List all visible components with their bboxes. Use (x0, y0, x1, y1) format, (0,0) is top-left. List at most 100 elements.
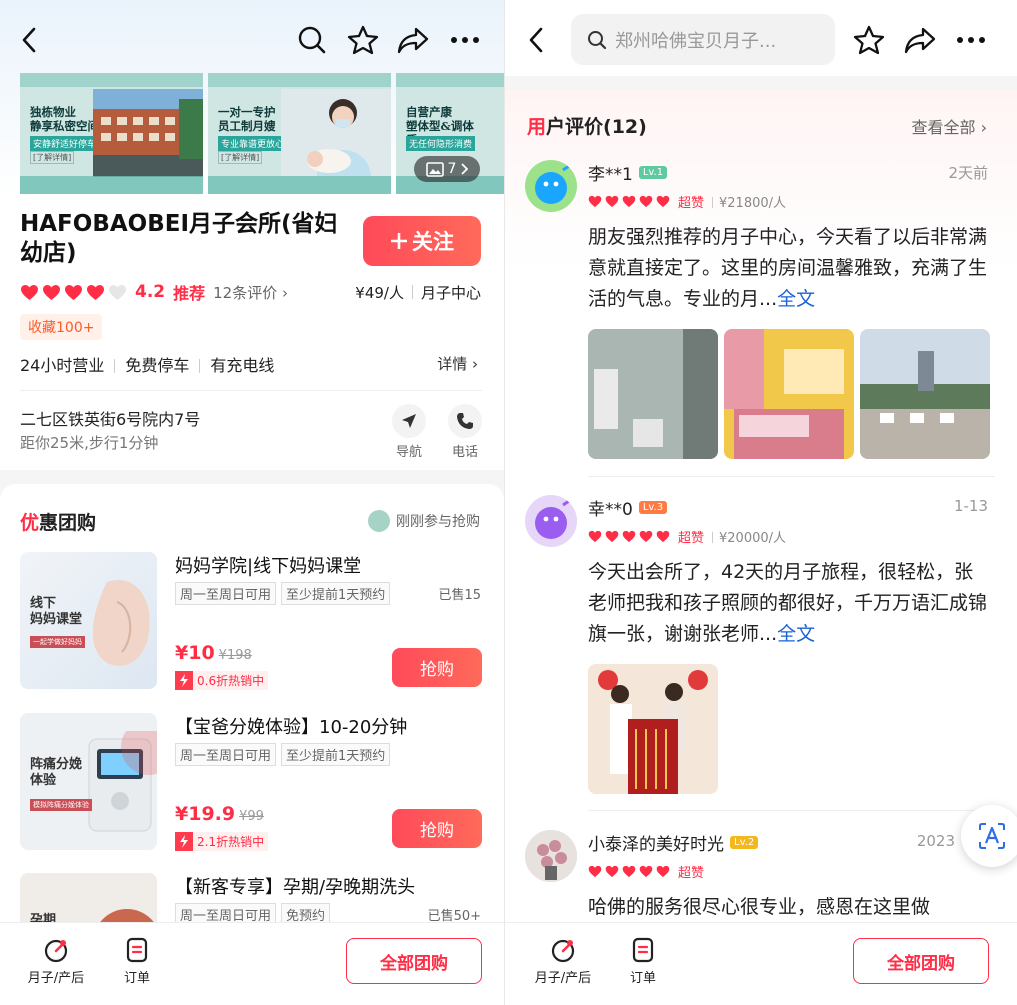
avatar[interactable] (525, 830, 577, 882)
tab-orders[interactable]: 订单 (115, 937, 159, 986)
heart-icon (64, 284, 83, 301)
more-dots-icon (451, 37, 479, 43)
reviews-count-link[interactable]: 12条评价 › (213, 282, 288, 303)
follow-label: 关注 (412, 230, 454, 254)
heart-icon (639, 195, 653, 208)
deal-thumbnail: 线下 妈妈课堂 一起学做好妈妈 (20, 552, 157, 689)
heart-icon (605, 195, 619, 208)
building-photo (93, 89, 203, 177)
deal-item[interactable]: 阵痛分娩 体验 模拟阵痛分娩体验 【宝爸分娩体验】10-20分钟 周一至周日可用… (20, 713, 484, 853)
heart-icon (622, 865, 636, 878)
share-button[interactable] (393, 20, 433, 60)
details-text: 详情 (437, 355, 468, 373)
photo-count: 7 (447, 161, 457, 177)
call-button[interactable]: 电话 (445, 404, 485, 460)
divider (588, 476, 995, 477)
translate-button[interactable] (961, 805, 1017, 867)
review-item[interactable]: 幸**0 Lv.3 1-13 超赞 ¥20000/人 今天出会所了，42天的月子旅程… (525, 495, 995, 795)
more-button[interactable] (445, 20, 485, 60)
deal-original-price: ¥198 (218, 648, 252, 663)
deal-chip: 至少提前1天预约 (281, 582, 391, 605)
review-username: 幸**0 (588, 500, 633, 520)
store-address[interactable]: 二七区铁英街6号院内7号 (20, 406, 200, 430)
search-button[interactable] (292, 20, 332, 60)
hot-sale-text: 2.1折热销中 (197, 835, 265, 849)
more-button[interactable] (951, 20, 991, 60)
review-photos (588, 664, 718, 794)
hot-sale-badge: 0.6折热销中 (175, 671, 269, 690)
review-username-row: 李**1 Lv.1 (588, 160, 668, 185)
navigate-button[interactable]: 导航 (389, 404, 429, 460)
heart-icon (588, 865, 602, 878)
deal-thumbnail-subtitle: 一起学做好妈妈 (30, 636, 85, 648)
tab-postpartum[interactable]: 月子/产后 (531, 937, 595, 986)
price-per-person: ¥49/人 (355, 284, 404, 302)
tab-postpartum[interactable]: 月子/产后 (24, 937, 88, 986)
review-rating-label: 超赞 (678, 531, 705, 546)
all-deals-button[interactable]: 全部团购 (346, 938, 482, 984)
deal-sold-count: 已售15 (438, 588, 481, 603)
search-input[interactable]: 郑州哈佛宝贝月子... (571, 14, 835, 65)
price-category: ¥49/人 月子中心 (355, 282, 481, 303)
bottom-bar: 月子/产后 订单 全部团购 (505, 922, 1017, 1005)
review-item[interactable]: 小泰泽的美好时光 Lv.2 2023 超赞 哈佛的服务很尽心很专业，感恩在这里做 (525, 830, 995, 930)
review-body: 哈佛的服务很尽心很专业，感恩在这里做 (588, 896, 931, 918)
deal-thumbnail-title: 线下 妈妈课堂 (30, 596, 83, 627)
review-photo[interactable] (588, 329, 718, 459)
review-item[interactable]: 李**1 Lv.1 2天前 超赞 ¥21800/人 朋友强烈推荐的月子中心，今天看了… (525, 160, 995, 460)
hot-sale-text: 0.6折热销中 (197, 674, 265, 688)
image-icon (425, 161, 444, 177)
reviews-count-text: 12条评价 (213, 283, 278, 302)
view-all-reviews-link[interactable]: 查看全部 › (912, 114, 988, 138)
store-distance: 距你25米,步行1分钟 (20, 434, 159, 452)
avatar[interactable] (525, 495, 577, 547)
gallery-image[interactable]: 独栋物业 静享私密空间 安静舒适好停车 [了解详情] (20, 73, 203, 194)
review-photo[interactable] (588, 664, 718, 794)
review-username: 李**1 (588, 165, 633, 185)
follow-button[interactable]: 关注 (363, 216, 481, 266)
deal-price-row: ¥10 ¥198 (175, 642, 252, 664)
review-per-person: ¥20000/人 (712, 527, 786, 546)
tab-orders-label: 订单 (123, 971, 150, 986)
deal-title: 妈妈学院|线下妈妈课堂 (175, 556, 362, 577)
lightning-icon (180, 835, 188, 848)
favorite-button[interactable] (343, 20, 383, 60)
photo-count-badge[interactable]: 7 (414, 156, 480, 182)
review-username: 小泰泽的美好时光 (588, 835, 724, 855)
gallery-image-tag: 无任何隐形消费 (406, 136, 476, 151)
gallery-image-title: 独栋物业 静享私密空间 (30, 105, 99, 133)
deal-thumbnail: 阵痛分娩 体验 模拟阵痛分娩体验 (20, 713, 157, 850)
review-photo[interactable] (724, 329, 854, 459)
favorites-badge: 收藏100+ (20, 314, 103, 340)
deal-title: 【新客专享】孕期/孕晚期洗头 (175, 877, 416, 898)
chevron-left-icon (529, 27, 543, 53)
deal-item[interactable]: 线下 妈妈课堂 一起学做好妈妈 妈妈学院|线下妈妈课堂 周一至周日可用 至少提前… (20, 552, 484, 692)
back-button[interactable] (10, 20, 50, 60)
category-label: 月子中心 (420, 284, 481, 302)
amenity-item: 免费停车 (125, 356, 190, 375)
favorite-button[interactable] (849, 20, 889, 60)
nurse-photo (281, 89, 391, 177)
full-text-link[interactable]: 全文 (777, 288, 815, 310)
review-photos (588, 329, 990, 459)
buy-button[interactable]: 抢购 (392, 809, 482, 848)
details-link[interactable]: 详情 › (437, 353, 478, 374)
tab-orders[interactable]: 订单 (621, 937, 665, 986)
share-button[interactable] (900, 20, 940, 60)
recent-purchase-indicator: 刚刚参与抢购 (368, 510, 480, 532)
heart-icon (86, 284, 105, 301)
review-text: 今天出会所了，42天的月子旅程，很轻松，张老师把我和孩子照顾的都很好，千万万语汇… (588, 557, 988, 650)
tab-postpartum-label: 月子/产后 (27, 971, 85, 986)
full-text-link[interactable]: 全文 (777, 623, 815, 645)
bedroom-photo (724, 329, 854, 459)
back-button[interactable] (517, 20, 557, 60)
more-dots-icon (957, 37, 985, 43)
avatar[interactable] (525, 160, 577, 212)
divider (588, 810, 995, 811)
buy-button[interactable]: 抢购 (392, 648, 482, 687)
review-photo[interactable] (860, 329, 990, 459)
heart-icon (588, 530, 602, 543)
all-deals-button[interactable]: 全部团购 (853, 938, 989, 984)
heart-icon (605, 865, 619, 878)
gallery-image[interactable]: 一对一专护 员工制月嫂 专业靠谱更放心 [了解详情] (208, 73, 391, 194)
